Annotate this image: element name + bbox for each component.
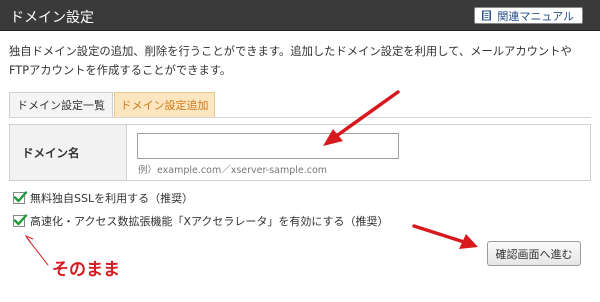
xaccelerator-option-label: 高速化・アクセス数拡張機能「Xアクセラレータ」を有効にする（推奨）	[30, 215, 389, 228]
domain-example: 例）example.com／xserver-sample.com	[138, 165, 328, 176]
confirm-button[interactable]: 確認画面へ進む	[487, 241, 581, 266]
book-icon	[481, 10, 492, 21]
domain-label: ドメイン名	[10, 125, 127, 180]
page-title: ドメイン設定	[10, 10, 94, 26]
ssl-option-label: 無料独自SSLを利用する（推奨）	[30, 192, 194, 205]
check-icon	[13, 191, 28, 203]
domain-form: ドメイン名 例）example.com／xserver-sample.com	[9, 124, 591, 181]
arrow-to-confirm-button	[412, 224, 478, 249]
tab-domain-list[interactable]: ドメイン設定一覧	[9, 92, 113, 117]
domain-input[interactable]	[137, 133, 399, 159]
xaccelerator-checkbox[interactable]	[13, 214, 28, 227]
annotation-text: そのまま	[52, 260, 120, 280]
tab-divider	[9, 117, 591, 118]
ssl-option[interactable]: 無料独自SSLを利用する（推奨）	[13, 190, 193, 206]
check-icon	[13, 214, 28, 226]
ssl-checkbox[interactable]	[13, 191, 28, 204]
xaccelerator-option[interactable]: 高速化・アクセス数拡張機能「Xアクセラレータ」を有効にする（推奨）	[13, 213, 389, 229]
tab-domain-add[interactable]: ドメイン設定追加	[114, 92, 215, 117]
manual-button[interactable]: 関連マニュアル	[474, 7, 583, 24]
page-header: ドメイン設定 関連マニュアル	[0, 0, 600, 31]
arrow-to-checkbox	[24, 234, 49, 266]
page-description: 独自ドメイン設定の追加、削除を行うことができます。追加したドメイン設定を利用して…	[9, 45, 572, 77]
tab-domain-add-label: ドメイン設定追加	[120, 99, 209, 112]
manual-button-label: 関連マニュアル	[497, 9, 574, 23]
tab-domain-list-label: ドメイン設定一覧	[17, 99, 105, 112]
